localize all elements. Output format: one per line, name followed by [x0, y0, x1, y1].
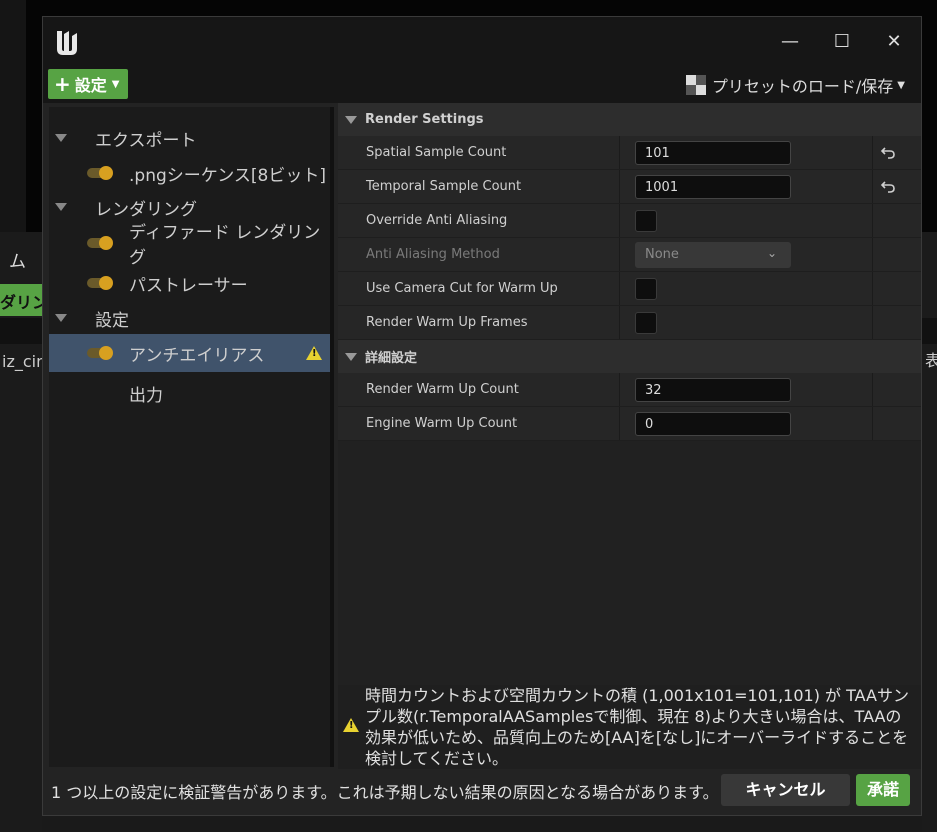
property-label: Render Warm Up Count	[366, 382, 519, 397]
toggle-icon[interactable]	[87, 346, 113, 360]
tree-item-label: .pngシーケンス[8ビット]	[129, 165, 326, 186]
toolbar: + 設定 ▼ プリセットのロード/保存 ▼	[43, 67, 921, 103]
tree-item-label: アンチエイリアス	[129, 345, 265, 366]
property-row-spatial-sample-count: Spatial Sample Count 101	[338, 136, 921, 170]
property-label: Temporal Sample Count	[366, 179, 522, 194]
tree-category-settings[interactable]: 設定	[49, 299, 330, 337]
engine-warm-up-count-input[interactable]: 0	[635, 412, 791, 436]
tree-item-label: エクスポート	[95, 130, 197, 151]
tree-item-label: 設定	[95, 310, 129, 331]
property-row-render-warm-up-frames: Render Warm Up Frames	[338, 306, 921, 340]
tree-category-export[interactable]: エクスポート	[49, 119, 330, 157]
background-right-text: 表	[925, 351, 937, 370]
property-label: Anti Aliasing Method	[366, 247, 500, 262]
render-warm-up-frames-checkbox[interactable]	[635, 312, 657, 334]
spatial-sample-count-input[interactable]: 101	[635, 141, 791, 165]
property-row-temporal-sample-count: Temporal Sample Count 1001	[338, 170, 921, 204]
toggle-icon[interactable]	[87, 236, 113, 250]
background-header-bar	[0, 318, 42, 344]
section-header-advanced[interactable]: 詳細設定	[338, 340, 921, 373]
toggle-icon[interactable]	[87, 166, 113, 180]
property-label: Engine Warm Up Count	[366, 416, 518, 431]
collapse-arrow-icon	[55, 134, 67, 142]
tree-item-label: 出力	[129, 385, 163, 406]
footer-warning-message: 1 つ以上の設定に検証警告があります。これは予期しない結果の原因となる場合があり…	[51, 783, 719, 802]
reset-to-default-icon[interactable]	[879, 143, 897, 161]
property-row-engine-warm-up-count: Engine Warm Up Count 0	[338, 407, 921, 441]
warning-icon	[343, 718, 359, 732]
property-row-override-anti-aliasing: Override Anti Aliasing	[338, 204, 921, 238]
tree-scrollbar[interactable]	[330, 107, 334, 767]
add-setting-button[interactable]: + 設定 ▼	[48, 69, 128, 99]
camera-cut-warm-up-checkbox[interactable]	[635, 278, 657, 300]
temporal-sample-count-input[interactable]: 1001	[635, 175, 791, 199]
settings-tree: エクスポート .pngシーケンス[8ビット] レンダリング ディファード レンダ…	[49, 107, 330, 767]
validation-warning-text: 時間カウントおよび空間カウントの積 (1,001x101=101,101) が …	[365, 686, 909, 768]
close-icon[interactable]: ✕	[881, 29, 907, 55]
property-label: Use Camera Cut for Warm Up	[366, 281, 558, 296]
tree-item-label: パストレーサー	[129, 275, 248, 296]
movie-render-settings-dialog: — ☐ ✕ + 設定 ▼ プリセットのロード/保存 ▼ エクスポート .pngシ…	[42, 16, 922, 816]
background-tab-label: ムー	[9, 252, 26, 297]
override-anti-aliasing-checkbox[interactable]	[635, 210, 657, 232]
tree-item-label: レンダリング	[95, 199, 197, 220]
tree-item-deferred-rendering[interactable]: ディファード レンダリング	[49, 223, 330, 268]
minimize-icon[interactable]: —	[777, 29, 803, 55]
section-title: Render Settings	[365, 112, 484, 127]
render-warm-up-count-input[interactable]: 32	[635, 378, 791, 402]
collapse-arrow-icon	[55, 314, 67, 322]
chevron-down-icon: ⌄	[766, 246, 777, 260]
property-row-camera-cut-warm-up: Use Camera Cut for Warm Up	[338, 272, 921, 306]
property-label: Override Anti Aliasing	[366, 213, 508, 228]
dropdown-value: None	[645, 247, 679, 262]
anti-aliasing-method-dropdown[interactable]: None ⌄	[635, 242, 791, 268]
collapse-arrow-icon	[345, 352, 357, 361]
collapse-arrow-icon	[345, 115, 357, 124]
reset-to-default-icon[interactable]	[879, 177, 897, 195]
preset-label: プリセットのロード/保存	[711, 77, 894, 96]
details-panel: Render Settings Spatial Sample Count 101…	[338, 103, 921, 685]
plus-icon: +	[54, 72, 71, 96]
background-render-button: ダリング	[0, 284, 42, 316]
tree-item-output[interactable]: 出力	[49, 374, 330, 412]
preset-load-save-button[interactable]: プリセットのロード/保存 ▼	[685, 73, 905, 97]
title-bar[interactable]: — ☐ ✕	[43, 17, 921, 67]
property-label: Render Warm Up Frames	[366, 315, 528, 330]
toggle-icon[interactable]	[87, 276, 113, 290]
property-row-render-warm-up-count: Render Warm Up Count 32	[338, 373, 921, 407]
property-label: Spatial Sample Count	[366, 145, 507, 160]
property-row-anti-aliasing-method: Anti Aliasing Method None ⌄	[338, 238, 921, 272]
caret-down-icon: ▼	[897, 79, 905, 91]
add-setting-label: 設定	[74, 76, 107, 95]
section-title: 詳細設定	[365, 351, 418, 366]
maximize-icon[interactable]: ☐	[829, 29, 855, 55]
tree-item-png-sequence[interactable]: .pngシーケンス[8ビット]	[49, 154, 330, 192]
background-item-text: iz_cin	[2, 352, 42, 371]
warning-icon	[306, 346, 322, 360]
unreal-logo-icon	[57, 31, 77, 55]
cancel-button[interactable]: キャンセル	[721, 774, 850, 806]
accept-button[interactable]: 承諾	[856, 774, 910, 806]
collapse-arrow-icon	[55, 203, 67, 211]
background-right-bar	[922, 318, 937, 344]
validation-warning-area: 時間カウントおよび空間カウントの積 (1,001x101=101,101) が …	[338, 685, 921, 769]
tree-item-path-tracer[interactable]: パストレーサー	[49, 264, 330, 302]
tree-item-anti-aliasing[interactable]: アンチエイリアス	[49, 334, 330, 372]
caret-down-icon: ▼	[111, 78, 120, 90]
section-header-render-settings[interactable]: Render Settings	[338, 103, 921, 136]
tree-item-label: ディファード レンダリング	[129, 223, 321, 268]
preset-icon	[685, 75, 706, 95]
